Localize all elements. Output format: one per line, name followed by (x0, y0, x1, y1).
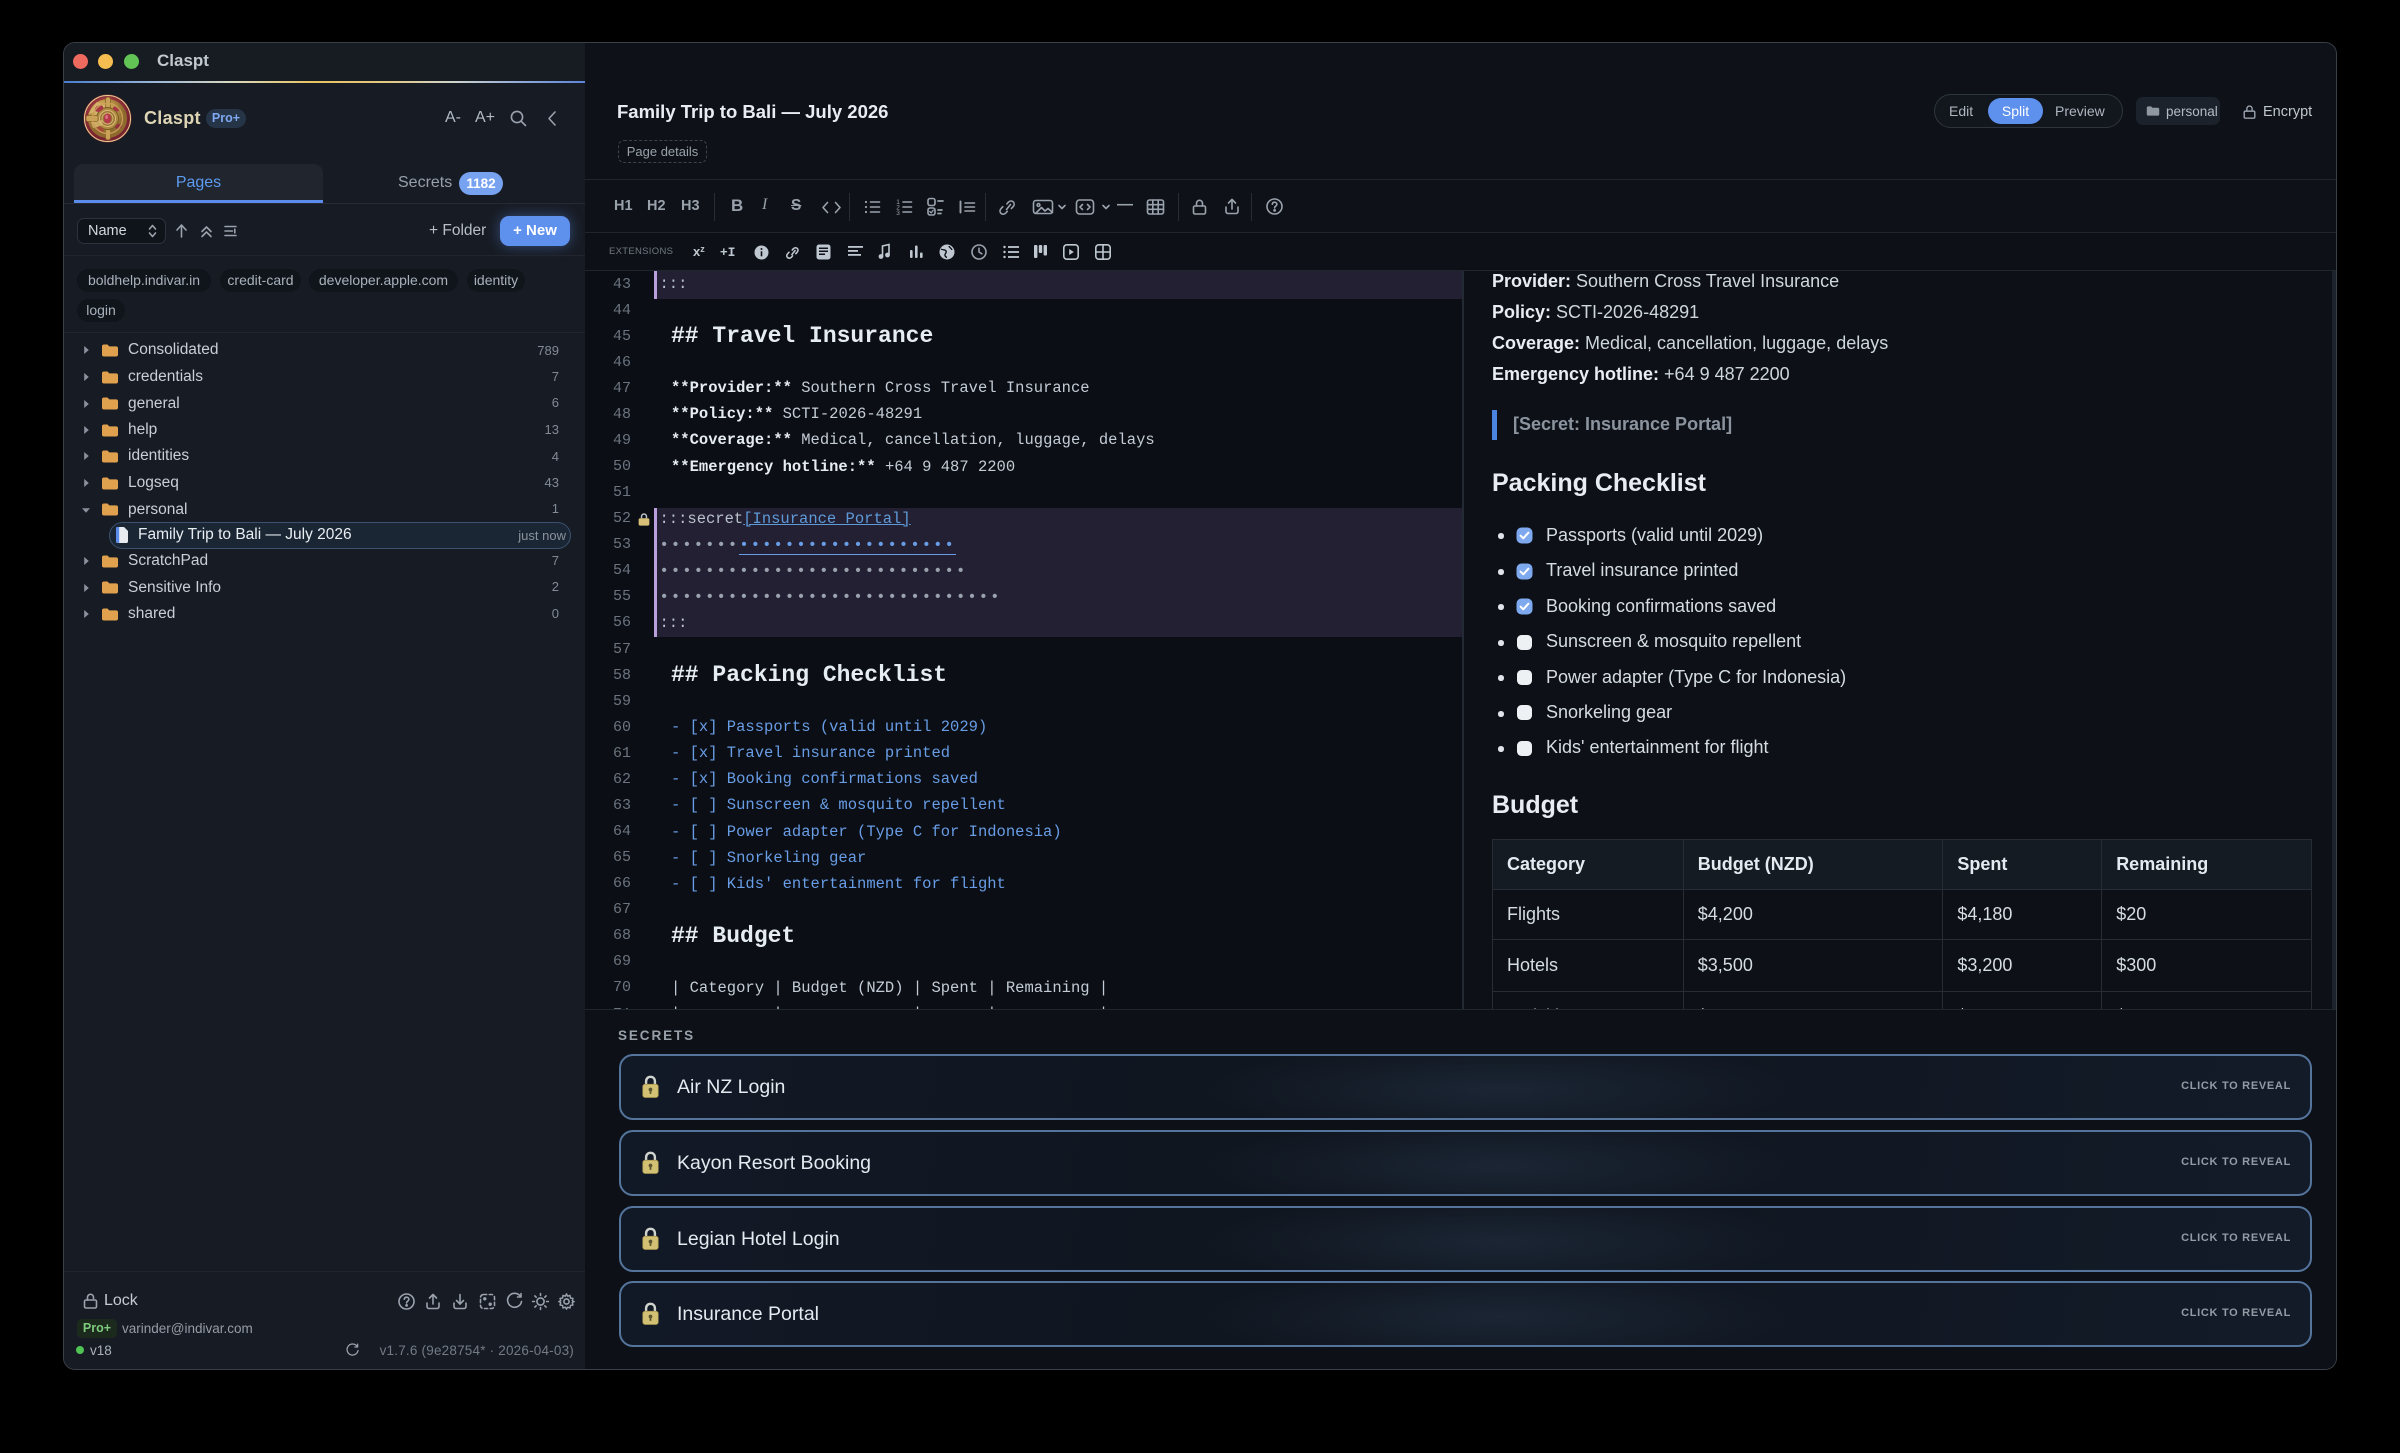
svg-text:3: 3 (896, 210, 900, 216)
